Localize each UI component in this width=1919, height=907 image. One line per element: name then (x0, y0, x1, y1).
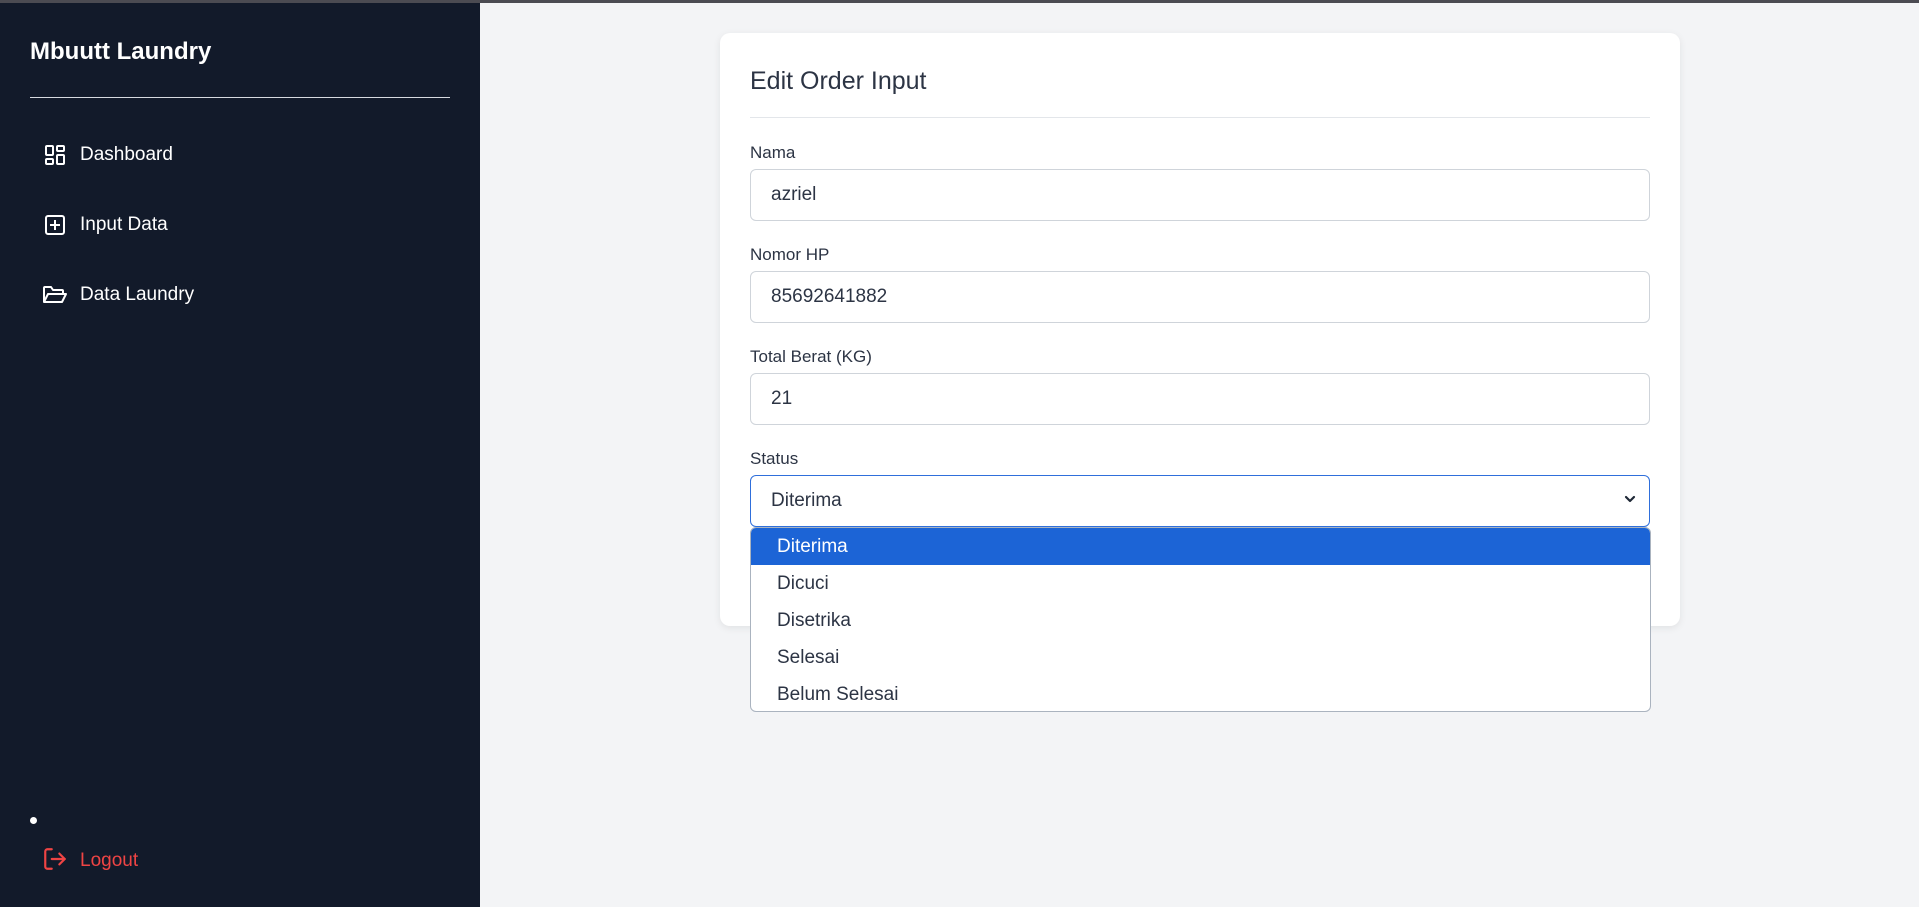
status-select[interactable]: Diterima (750, 475, 1650, 527)
status-label: Status (750, 449, 799, 468)
nama-label: Nama (750, 143, 796, 162)
window-top-border (0, 0, 1919, 3)
status-selected-value: Diterima (771, 490, 842, 511)
nomor-hp-value: 85692641882 (771, 286, 888, 307)
brand-divider (30, 97, 450, 98)
nomor-hp-label: Nomor HP (750, 245, 830, 264)
list-bullet (30, 817, 37, 824)
sidebar-item-label: Input Data (80, 214, 168, 235)
logout-label: Logout (80, 850, 139, 871)
status-option-selesai[interactable]: Selesai (751, 639, 1650, 676)
nama-input[interactable]: azriel (750, 169, 1650, 221)
sidebar-item-input-data[interactable]: Input Data (42, 205, 442, 245)
brand-title: Mbuutt Laundry (30, 38, 212, 65)
nama-value: azriel (771, 184, 817, 205)
nomor-hp-input[interactable]: 85692641882 (750, 271, 1650, 323)
page-title: Edit Order Input (750, 67, 927, 95)
status-option-disetrika[interactable]: Disetrika (751, 602, 1650, 639)
logout-icon (42, 846, 68, 877)
status-option-belum-selesai[interactable]: Belum Selesai (751, 676, 1650, 711)
status-option-dicuci[interactable]: Dicuci (751, 565, 1650, 602)
sidebar-item-data-laundry[interactable]: Data Laundry (42, 275, 442, 315)
sidebar-item-label: Data Laundry (80, 284, 195, 305)
status-dropdown-list[interactable]: Diterima Dicuci Disetrika Selesai Belum … (750, 527, 1651, 712)
sidebar-item-dashboard[interactable]: Dashboard (42, 135, 442, 175)
total-berat-input[interactable]: 21 (750, 373, 1650, 425)
plus-square-icon (42, 212, 68, 238)
logout-button[interactable]: Logout (42, 841, 138, 881)
title-divider (750, 117, 1650, 118)
sidebar-item-label: Dashboard (80, 144, 173, 165)
total-berat-label: Total Berat (KG) (750, 347, 872, 366)
folder-open-icon (42, 282, 68, 308)
total-berat-value: 21 (771, 388, 793, 409)
dashboard-icon (42, 142, 68, 168)
sidebar: Mbuutt Laundry Dashboard Input Data Data… (0, 0, 480, 907)
status-option-diterima[interactable]: Diterima (751, 528, 1650, 565)
chevron-down-icon (1623, 490, 1637, 512)
